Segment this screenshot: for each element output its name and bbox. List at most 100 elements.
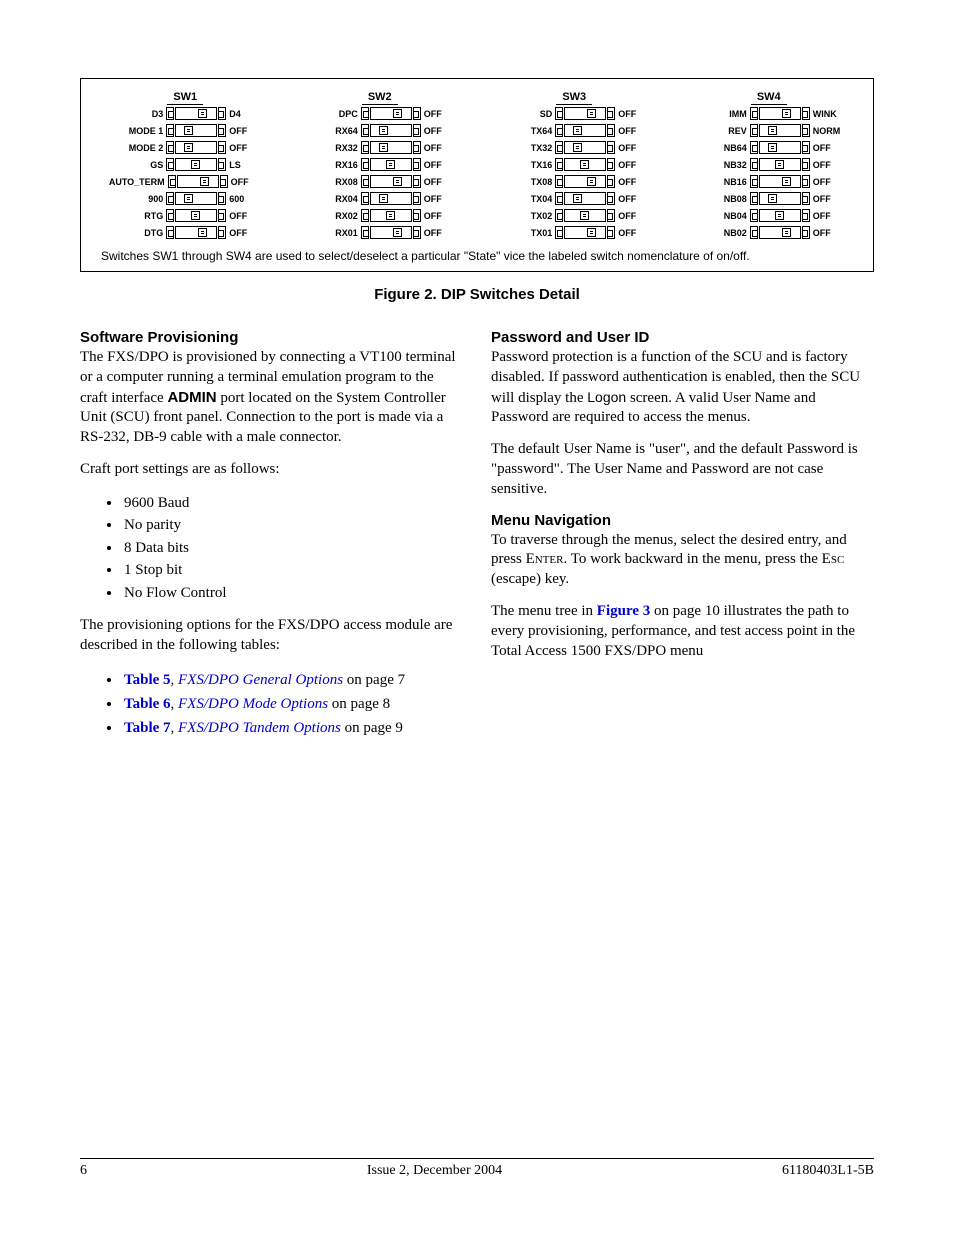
switch-left-label: RX02 bbox=[305, 211, 361, 221]
switch-left-label: NB64 bbox=[694, 143, 750, 153]
switch-right-label: OFF bbox=[810, 194, 844, 204]
switch-left-label: TX01 bbox=[499, 228, 555, 238]
dip-switch-row: 900600 bbox=[110, 192, 260, 205]
switch-left-label: TX04 bbox=[499, 194, 555, 204]
dip-switch-row: DTGOFF bbox=[110, 226, 260, 239]
table-title-link[interactable]: FXS/DPO Tandem Options bbox=[178, 720, 341, 736]
switch-icon bbox=[166, 124, 226, 137]
figure-3-link[interactable]: Figure 3 bbox=[597, 603, 650, 619]
switch-right-label: OFF bbox=[615, 177, 649, 187]
switch-right-label: OFF bbox=[615, 160, 649, 170]
footer-doc-number: 61180403L1-5B bbox=[782, 1163, 874, 1179]
list-item: 8 Data bits bbox=[122, 537, 463, 560]
switch-left-label: TX08 bbox=[499, 177, 555, 187]
heading-software-provisioning: Software Provisioning bbox=[80, 329, 463, 346]
figure-note: Switches SW1 through SW4 are used to sel… bbox=[91, 249, 863, 263]
switch-right-label: OFF bbox=[615, 228, 649, 238]
switch-icon bbox=[166, 226, 226, 239]
switch-icon bbox=[555, 226, 615, 239]
switch-icon bbox=[166, 158, 226, 171]
dip-column: SW3SDOFFTX64OFFTX32OFFTX16OFFTX08OFFTX04… bbox=[480, 91, 669, 243]
switch-icon bbox=[361, 158, 421, 171]
dip-column-title: SW1 bbox=[167, 91, 203, 105]
switch-icon bbox=[555, 107, 615, 120]
table-link[interactable]: Table 7 bbox=[124, 720, 171, 736]
list-item: 1 Stop bit bbox=[122, 559, 463, 582]
dip-switch-row: REVNORM bbox=[694, 124, 844, 137]
switch-icon bbox=[361, 107, 421, 120]
figure-box: SW1D3D4MODE 1OFFMODE 2OFFGSLSAUTO_TERMOF… bbox=[80, 78, 874, 272]
switch-icon bbox=[361, 226, 421, 239]
switch-left-label: NB32 bbox=[694, 160, 750, 170]
table-title-link[interactable]: FXS/DPO General Options bbox=[178, 672, 343, 688]
switch-left-label: MODE 1 bbox=[110, 126, 166, 136]
paragraph: The provisioning options for the FXS/DPO… bbox=[80, 616, 463, 656]
dip-switch-row: MODE 1OFF bbox=[110, 124, 260, 137]
dip-switch-row: TX02OFF bbox=[499, 209, 649, 222]
switch-left-label: GS bbox=[110, 160, 166, 170]
switch-icon bbox=[750, 158, 810, 171]
craft-port-settings-list: 9600 BaudNo parity8 Data bits1 Stop bitN… bbox=[80, 492, 463, 605]
list-item: Table 7, FXS/DPO Tandem Options on page … bbox=[122, 716, 463, 740]
heading-password-userid: Password and User ID bbox=[491, 329, 874, 346]
switch-icon bbox=[361, 124, 421, 137]
dip-switch-grid: SW1D3D4MODE 1OFFMODE 2OFFGSLSAUTO_TERMOF… bbox=[91, 91, 863, 243]
switch-right-label: OFF bbox=[228, 177, 262, 187]
dip-switch-row: NB32 OFF bbox=[694, 158, 844, 171]
switch-icon bbox=[750, 175, 810, 188]
switch-right-label: OFF bbox=[226, 143, 260, 153]
dip-column: SW2DPCOFFRX64OFFRX32OFFRX16OFFRX08OFFRX0… bbox=[286, 91, 475, 243]
esc-key-label: Esc bbox=[822, 551, 845, 567]
dip-switch-row: RX64OFF bbox=[305, 124, 455, 137]
dip-switch-row: RX32OFF bbox=[305, 141, 455, 154]
switch-right-label: OFF bbox=[810, 160, 844, 170]
right-column: Password and User ID Password protection… bbox=[491, 329, 874, 740]
dip-switch-row: RX16OFF bbox=[305, 158, 455, 171]
switch-left-label: NB02 bbox=[694, 228, 750, 238]
paragraph: The FXS/DPO is provisioned by connecting… bbox=[80, 348, 463, 448]
switch-right-label: OFF bbox=[615, 109, 649, 119]
switch-left-label: RX08 bbox=[305, 177, 361, 187]
list-item: 9600 Baud bbox=[122, 492, 463, 515]
switch-left-label: DPC bbox=[305, 109, 361, 119]
switch-right-label: 600 bbox=[226, 194, 260, 204]
dip-switch-row: RX08 OFF bbox=[305, 175, 455, 188]
dip-column: SW4IMMWINKREVNORMNB64OFFNB32OFFNB16OFFNB… bbox=[675, 91, 864, 243]
table-title-link[interactable]: FXS/DPO Mode Options bbox=[178, 696, 328, 712]
list-item: Table 6, FXS/DPO Mode Options on page 8 bbox=[122, 692, 463, 716]
dip-switch-row: RX04OFF bbox=[305, 192, 455, 205]
switch-right-label: OFF bbox=[421, 109, 455, 119]
switch-left-label: DTG bbox=[110, 228, 166, 238]
dip-switch-row: RX02 OFF bbox=[305, 209, 455, 222]
dip-switch-row: GSLS bbox=[110, 158, 260, 171]
switch-right-label: OFF bbox=[421, 211, 455, 221]
switch-icon bbox=[166, 141, 226, 154]
switch-left-label: TX16 bbox=[499, 160, 555, 170]
dip-switch-row: TX16 OFF bbox=[499, 158, 649, 171]
dip-switch-row: DPC OFF bbox=[305, 107, 455, 120]
switch-left-label: RX16 bbox=[305, 160, 361, 170]
switch-left-label: IMM bbox=[694, 109, 750, 119]
switch-right-label: OFF bbox=[421, 194, 455, 204]
text: (escape) key. bbox=[491, 571, 569, 587]
switch-right-label: OFF bbox=[421, 126, 455, 136]
switch-right-label: OFF bbox=[421, 228, 455, 238]
dip-switch-row: TX64OFF bbox=[499, 124, 649, 137]
switch-right-label: OFF bbox=[615, 211, 649, 221]
dip-switch-row: RX01OFF bbox=[305, 226, 455, 239]
list-item: Table 5, FXS/DPO General Options on page… bbox=[122, 668, 463, 692]
switch-left-label: NB08 bbox=[694, 194, 750, 204]
table-link[interactable]: Table 6 bbox=[124, 696, 171, 712]
switch-icon bbox=[750, 107, 810, 120]
switch-icon bbox=[168, 175, 228, 188]
table-link[interactable]: Table 5 bbox=[124, 672, 171, 688]
dip-column-title: SW2 bbox=[362, 91, 398, 105]
switch-icon bbox=[166, 107, 226, 120]
switch-icon bbox=[555, 192, 615, 205]
switch-right-label: OFF bbox=[421, 177, 455, 187]
dip-column-title: SW3 bbox=[556, 91, 592, 105]
paragraph: To traverse through the menus, select th… bbox=[491, 531, 874, 590]
dip-switch-row: RTGOFF bbox=[110, 209, 260, 222]
switch-icon bbox=[750, 226, 810, 239]
switch-left-label: TX64 bbox=[499, 126, 555, 136]
